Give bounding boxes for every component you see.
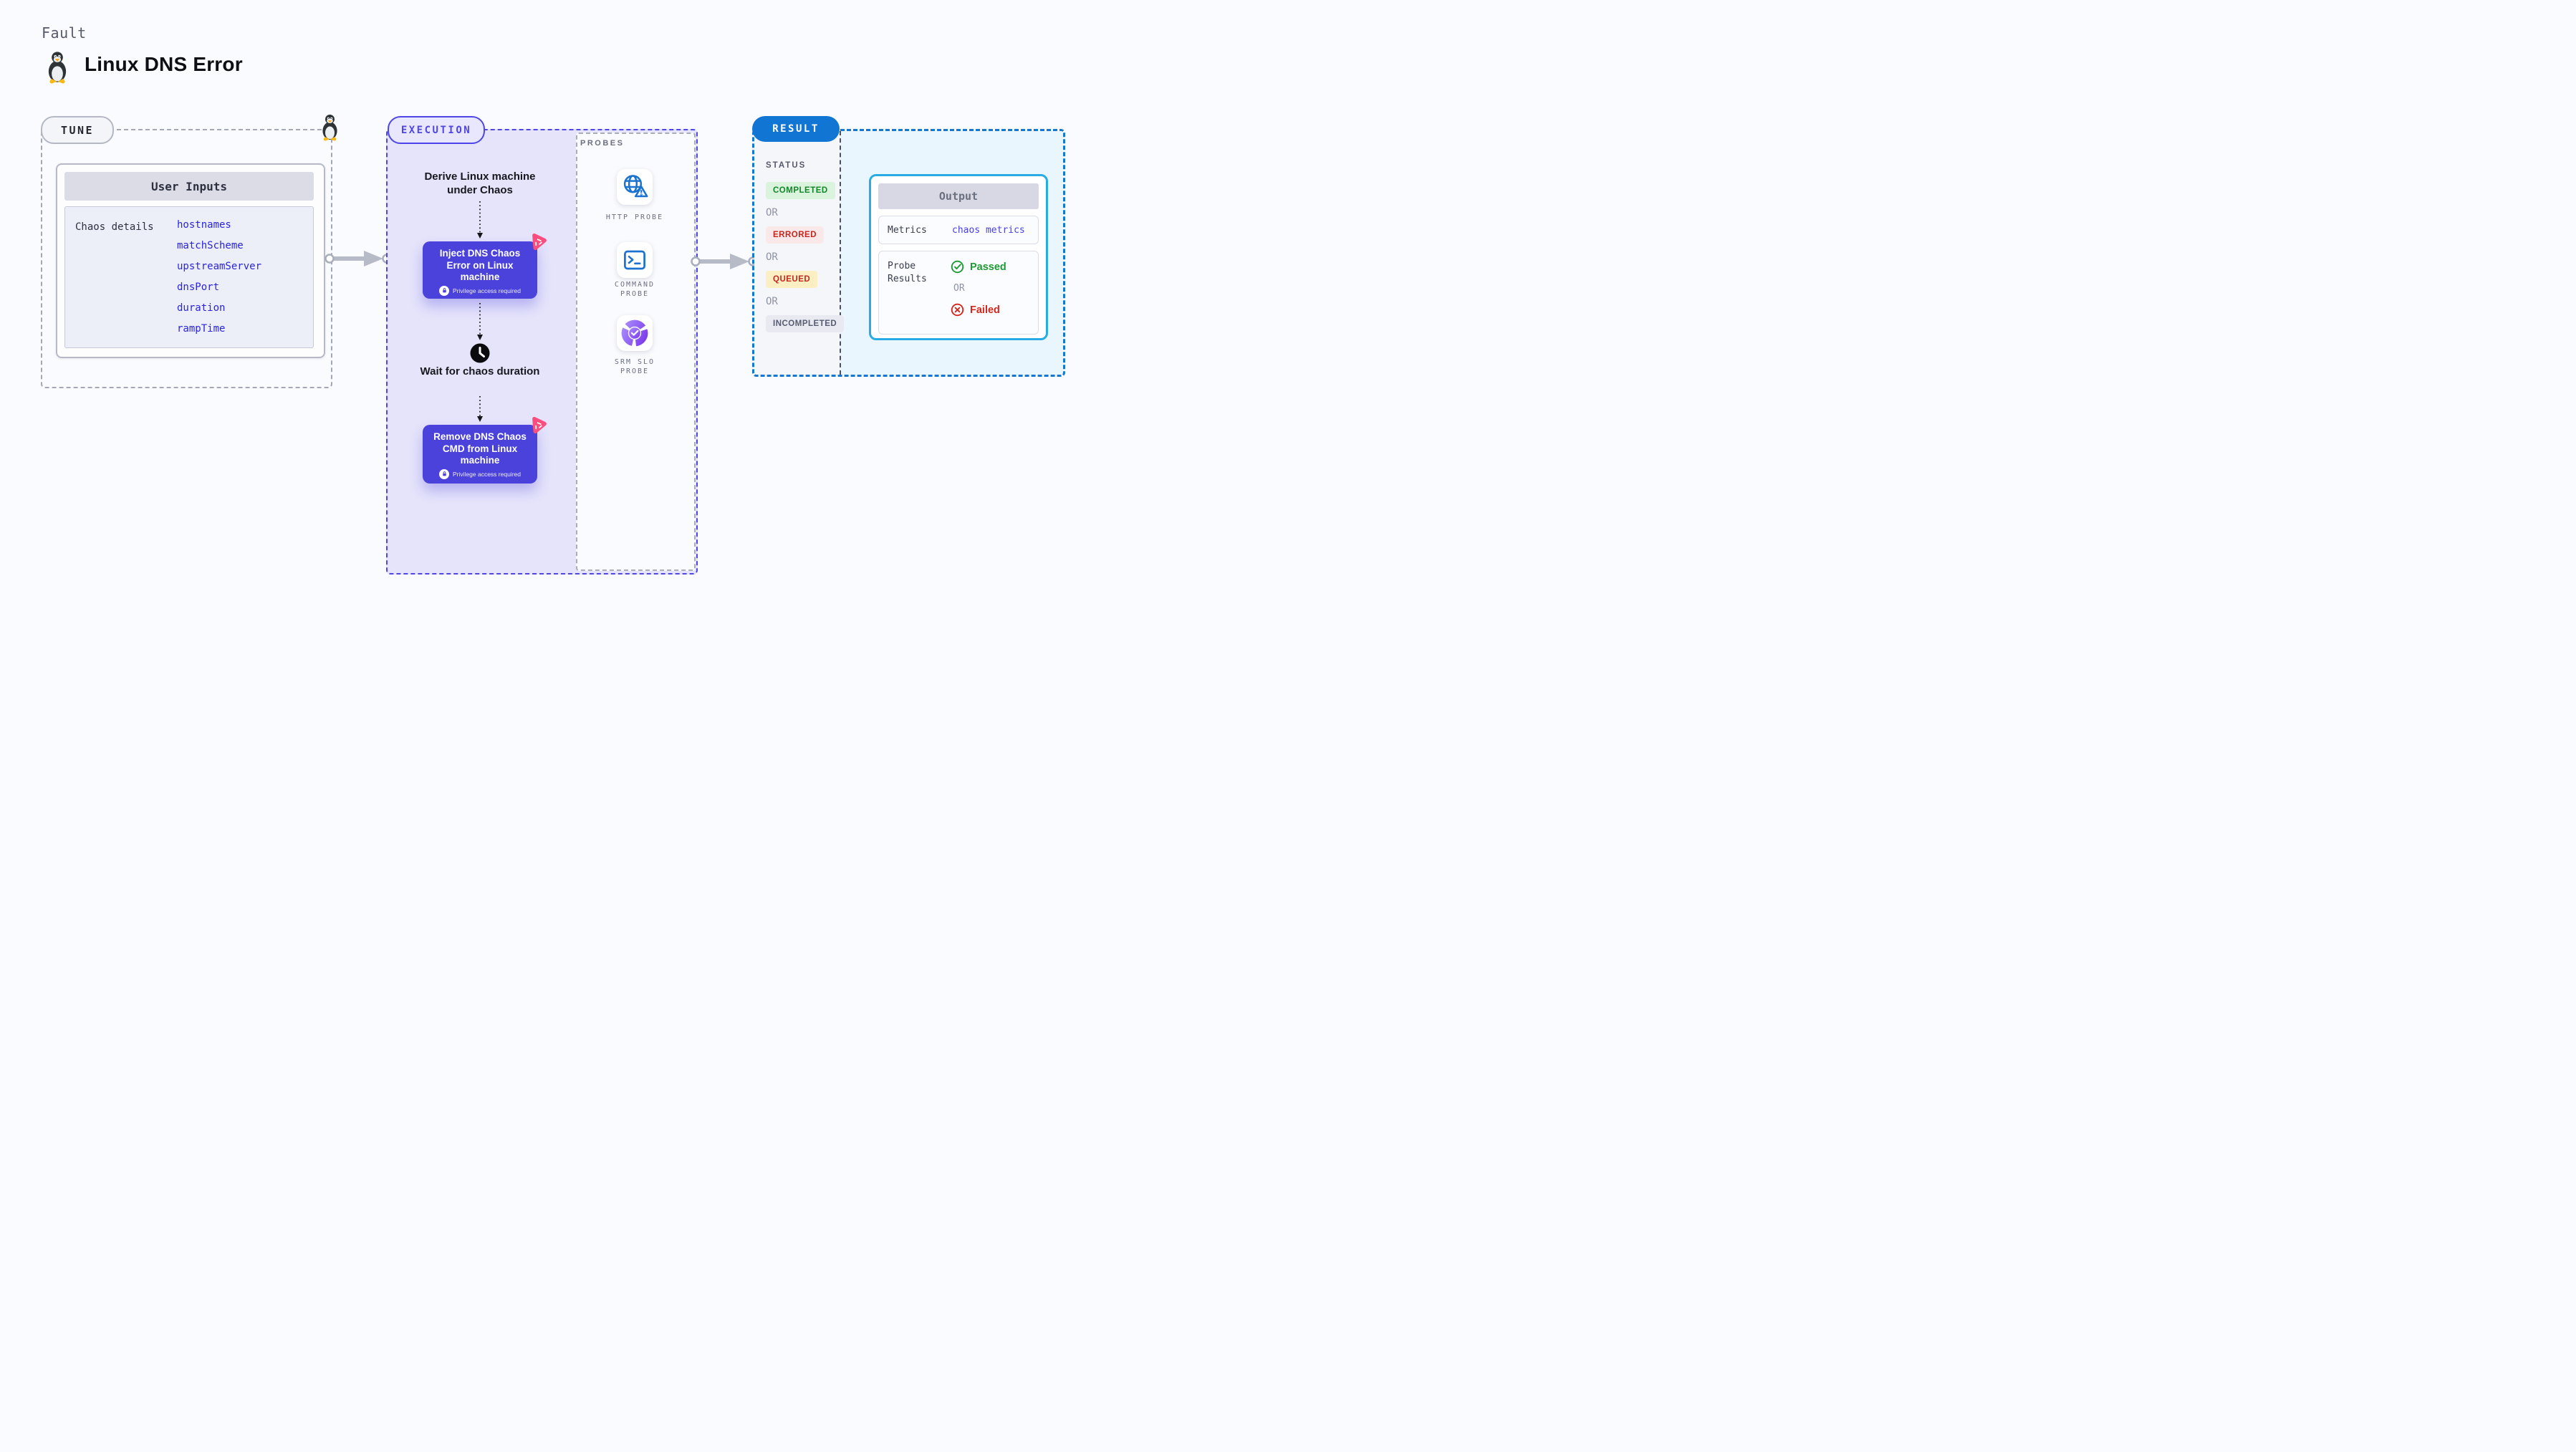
status-label: STATUS [766, 161, 807, 170]
command-probe-card [617, 242, 653, 278]
probe-results-label: Probe Results [888, 261, 927, 284]
probe-result-passed: Passed [951, 260, 1006, 274]
failed-label: Failed [970, 304, 1000, 316]
user-inputs-card: User Inputs Chaos details hostnames matc… [56, 163, 325, 358]
metrics-row: Metrics chaos metrics [878, 216, 1039, 244]
status-badge-completed: COMPLETED [766, 182, 835, 199]
probe-results-row: Probe Results Passed OR Failed [878, 251, 1039, 335]
param-duration: duration [177, 302, 226, 314]
lock-icon [439, 468, 450, 479]
lock-icon [439, 285, 450, 296]
fault-diagram: Fault Linux DNS Error TUNE User Inputs C… [0, 0, 1103, 622]
dotted-connector [476, 396, 484, 423]
param-upstreamserver: upstreamServer [177, 261, 262, 272]
output-card: Output Metrics chaos metrics Probe Resul… [869, 174, 1048, 340]
page-title: Linux DNS Error [85, 53, 243, 75]
terminal-icon [620, 246, 649, 274]
srm-slo-probe-label: SRM SLO PROBE [614, 358, 655, 375]
slo-donut-icon [620, 318, 650, 348]
user-inputs-title: User Inputs [64, 172, 314, 201]
param-hostnames: hostnames [177, 219, 231, 231]
x-circle-icon [951, 303, 964, 317]
probes-label: PROBES [580, 139, 625, 148]
chaos-params-list: hostnames matchScheme upstreamServer dns… [177, 215, 261, 340]
node-inject-dns-chaos: Inject DNS Chaos Error on Linux machine … [423, 241, 537, 299]
dotted-connector [476, 201, 484, 239]
tux-penguin-icon [43, 50, 72, 84]
execution-label: EXECUTION [388, 116, 485, 144]
step-derive-machine: Derive Linux machine under Chaos [424, 170, 536, 196]
node-remove-title: Remove DNS Chaos CMD from Linux machine [433, 431, 527, 466]
or-label: OR [766, 296, 778, 307]
wait-clock-icon [470, 343, 490, 363]
dotted-connector [476, 303, 484, 341]
tune-label: TUNE [41, 116, 114, 144]
status-badge-queued: QUEUED [766, 271, 818, 288]
metrics-value: chaos metrics [952, 224, 1025, 236]
tux-penguin-small-icon [318, 113, 342, 141]
param-matchscheme: matchScheme [177, 240, 244, 251]
node-inject-title: Inject DNS Chaos Error on Linux machine [439, 248, 521, 282]
or-label: OR [953, 283, 965, 294]
step-wait-duration: Wait for chaos duration [420, 365, 540, 378]
arrow-execution-to-result [690, 251, 759, 272]
chaos-experiment-icon [527, 231, 547, 252]
fault-kicker: Fault [42, 24, 87, 42]
status-badge-errored: ERRORED [766, 226, 825, 244]
output-title: Output [878, 183, 1039, 209]
privilege-badge: Privilege access required [428, 468, 532, 479]
chaos-experiment-icon [527, 415, 547, 436]
result-label: RESULT [752, 116, 840, 142]
chaos-details-table: Chaos details hostnames matchScheme upst… [64, 206, 314, 348]
param-ramptime: rampTime [177, 323, 226, 335]
globe-alert-icon [620, 172, 650, 202]
privilege-badge: Privilege access required [428, 285, 532, 296]
http-probe-card [617, 169, 653, 205]
passed-label: Passed [970, 261, 1006, 273]
privilege-note: Privilege access required [453, 470, 521, 478]
status-badge-incompleted: INCOMPLETED [766, 315, 845, 332]
privilege-note: Privilege access required [453, 287, 521, 294]
check-circle-icon [951, 260, 964, 274]
or-label: OR [766, 207, 778, 218]
arrow-tune-to-execution [324, 248, 393, 269]
probe-result-failed: Failed [951, 303, 1006, 317]
param-dnsport: dnsPort [177, 282, 220, 293]
or-label: OR [766, 251, 778, 263]
command-probe-label: COMMAND PROBE [614, 281, 655, 298]
chaos-details-label: Chaos details [75, 221, 154, 233]
metrics-label: Metrics [888, 224, 927, 236]
http-probe-label: HTTP PROBE [605, 213, 664, 221]
srm-slo-probe-card [617, 315, 653, 351]
node-remove-dns-chaos: Remove DNS Chaos CMD from Linux machine … [423, 425, 537, 484]
result-section: STATUS COMPLETED OR ERRORED OR QUEUED OR… [752, 129, 1065, 377]
